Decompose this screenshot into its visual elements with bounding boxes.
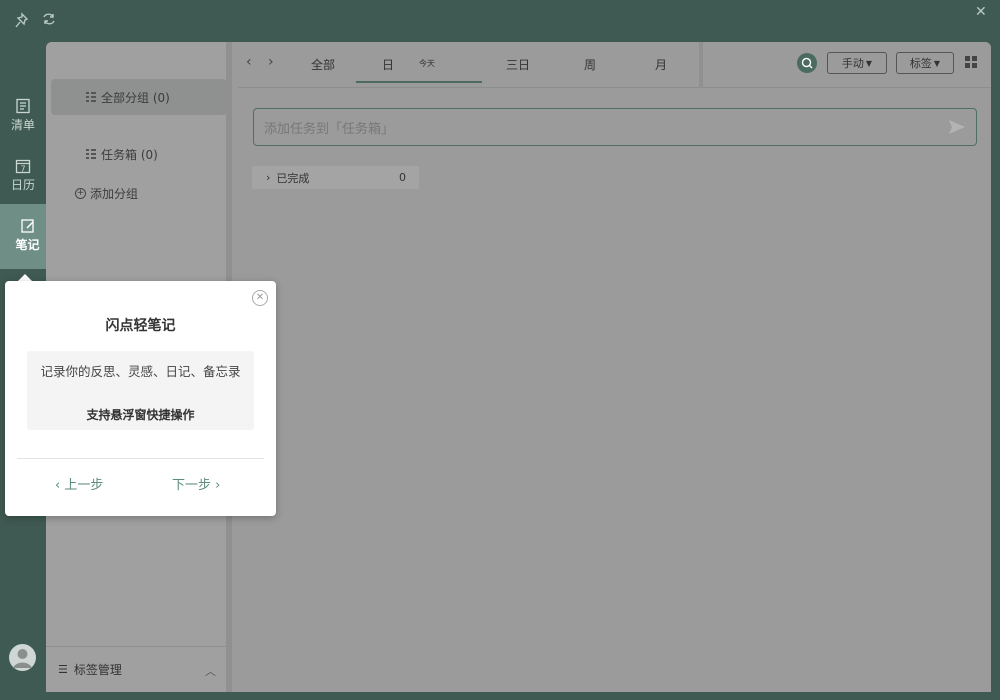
view-tabs: ‹ › 全部 日 今天 三日 周 月 手动 ▼ 标签 ▼ — [238, 42, 991, 88]
sidebar-item-all-groups[interactable]: 全部分组 (0) — [51, 79, 227, 115]
tag-dropdown[interactable]: 标签 ▼ — [896, 52, 954, 74]
chevron-right-icon: › — [211, 478, 221, 493]
rail-item-calendar[interactable]: 7 日历 — [0, 150, 46, 202]
chevron-up-icon[interactable]: ︿ — [205, 663, 216, 679]
tab-month[interactable]: 月 — [651, 56, 671, 73]
tab-divider — [699, 42, 703, 88]
today-label: 今天 — [419, 59, 435, 68]
title-bar: ✕ — [0, 0, 1000, 42]
plus-circle-icon: + — [75, 187, 86, 199]
completed-label: 已完成 — [276, 171, 310, 185]
sidebar-item-label: 任务箱 (0) — [101, 147, 158, 162]
list-icon — [16, 98, 30, 114]
popup-title: 闪点轻笔记 — [105, 318, 176, 334]
send-icon[interactable] — [948, 118, 966, 136]
chevron-right-icon: › — [266, 171, 271, 184]
grid-view-icon[interactable] — [965, 56, 977, 68]
search-button[interactable] — [797, 53, 817, 73]
next-arrow-icon[interactable]: › — [268, 54, 274, 70]
tab-three-day[interactable]: 三日 — [504, 56, 532, 73]
task-content-area: ‹ › 全部 日 今天 三日 周 月 手动▼ 标签▼ 添加任务到「任务箱」 — [238, 42, 991, 692]
add-task-placeholder: 添加任务到「任务箱」 — [264, 121, 395, 137]
caret-down-icon: ▼ — [865, 58, 873, 68]
tag-manage-icon: ☰ — [58, 663, 68, 676]
next-step-button[interactable]: 下一步 › — [172, 474, 220, 493]
rail-item-label: 清单 — [10, 118, 35, 132]
tab-all[interactable]: 全部 — [308, 56, 338, 73]
search-icon — [801, 57, 813, 69]
rail-item-label: 笔记 — [15, 238, 40, 252]
svg-text:7: 7 — [20, 165, 25, 174]
next-step-label: 下一步 — [172, 478, 212, 493]
sidebar-item-label: 全部分组 (0) — [101, 90, 170, 105]
add-group-label: 添加分组 — [90, 186, 139, 201]
chevron-left-icon: ‹ — [55, 478, 65, 493]
sort-label: 手动 — [841, 57, 864, 70]
popup-pointer — [18, 274, 32, 281]
popup-desc-line1: 记录你的反思、灵感、日记、备忘录 — [40, 364, 241, 379]
onboarding-popup: ✕ 闪点轻笔记 记录你的反思、灵感、日记、备忘录 支持悬浮窗快捷操作 ‹ 上一步… — [5, 281, 276, 516]
prev-arrow-icon[interactable]: ‹ — [246, 54, 252, 70]
popup-description: 记录你的反思、灵感、日记、备忘录 支持悬浮窗快捷操作 — [27, 351, 254, 430]
tab-week[interactable]: 周 — [580, 56, 600, 73]
close-icon[interactable]: ✕ — [252, 290, 268, 306]
tag-manage-bar[interactable]: ☰ 标签管理 ︿ — [46, 646, 232, 692]
popup-desc-line2: 支持悬浮窗快捷操作 — [86, 408, 195, 422]
user-icon — [13, 649, 32, 668]
prev-step-label: 上一步 — [64, 478, 104, 493]
tag-label: 标签 — [909, 57, 932, 70]
sidebar-item-inbox[interactable]: 任务箱 (0) — [51, 136, 227, 172]
note-icon — [20, 219, 34, 233]
add-group-button[interactable]: + 添加分组 — [51, 175, 227, 211]
prev-step-button[interactable]: ‹ 上一步 — [55, 474, 103, 493]
rail-item-label: 日历 — [10, 178, 35, 192]
calendar-icon: 7 — [15, 159, 31, 174]
pin-icon[interactable] — [15, 12, 33, 33]
group-list-icon — [86, 92, 96, 102]
avatar[interactable] — [9, 644, 36, 671]
popup-divider — [17, 458, 264, 459]
caret-down-icon: ▼ — [933, 58, 941, 68]
active-tab-indicator — [356, 81, 482, 83]
completed-count: 0 — [399, 171, 406, 184]
rail-item-list[interactable]: 清单 — [0, 90, 46, 142]
sort-dropdown[interactable]: 手动 ▼ — [827, 52, 887, 74]
tag-manage-label: 标签管理 — [73, 663, 122, 677]
close-window-icon[interactable]: ✕ — [975, 5, 987, 19]
tab-day[interactable]: 日 — [378, 56, 398, 73]
sync-icon[interactable] — [42, 12, 56, 29]
group-list-icon — [86, 149, 96, 159]
completed-section[interactable]: › 已完成 0 — [252, 166, 419, 189]
add-task-input[interactable]: 添加任务到「任务箱」 — [253, 108, 977, 146]
